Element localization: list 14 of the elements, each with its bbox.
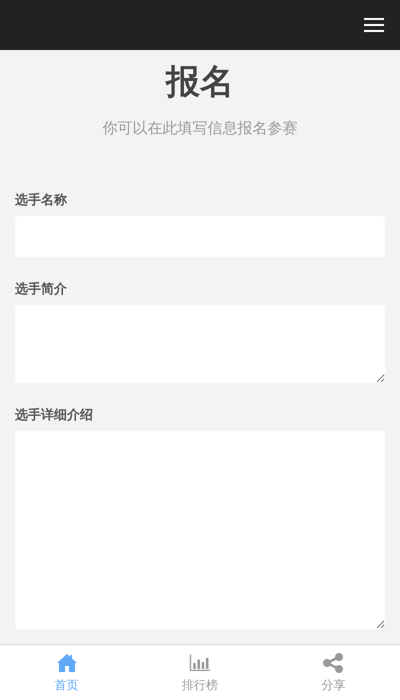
nav-tab[interactable]: 分享 xyxy=(266,645,400,700)
bar-chart-icon xyxy=(188,653,211,673)
home-icon xyxy=(56,653,78,673)
text-area[interactable] xyxy=(15,431,385,629)
page-title: 报名 xyxy=(164,61,235,104)
text-area[interactable] xyxy=(15,305,385,383)
field-label: 选手名称 xyxy=(15,192,68,210)
page-subtitle: 你可以在此填写信息报名参赛 xyxy=(102,118,298,138)
field-label: 选手简介 xyxy=(15,281,68,299)
share-icon xyxy=(322,653,344,673)
nav-tab[interactable]: 首页 xyxy=(0,645,134,700)
menu-icon[interactable] xyxy=(364,17,384,33)
field-label: 选手详细介绍 xyxy=(15,407,94,425)
nav-tab[interactable]: 排行榜 xyxy=(133,645,267,700)
